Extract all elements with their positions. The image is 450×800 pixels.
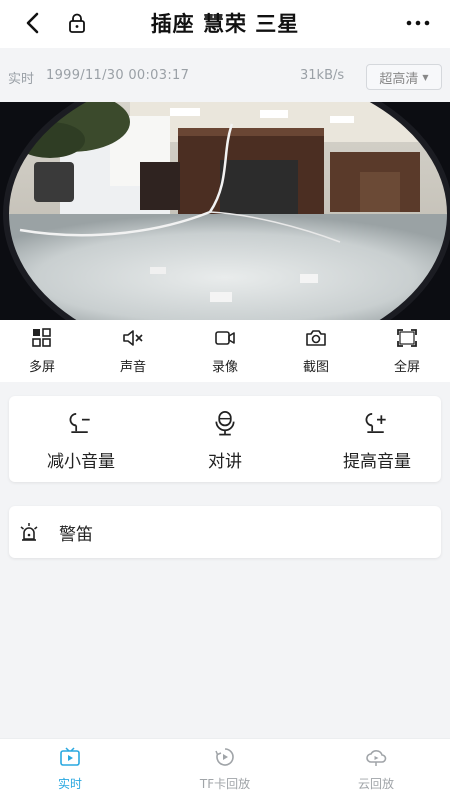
screenshot-label: 截图 (302, 360, 329, 375)
siren-icon (20, 523, 38, 541)
tab-cloud-playback[interactable]: 云回放 (316, 747, 436, 797)
intercom-label: 对讲 (208, 452, 242, 472)
camera-video-feed[interactable] (0, 102, 450, 320)
volume-down-icon (69, 412, 90, 434)
fullscreen-button[interactable]: 全屏 (377, 328, 437, 378)
page-title: 插座 慧荣 三星 (150, 12, 300, 36)
multi-screen-button[interactable]: 多屏 (12, 328, 72, 378)
video-record-icon (215, 331, 235, 345)
siren-button[interactable]: 警笛 (9, 506, 441, 558)
microphone-icon (215, 411, 235, 436)
sound-mute-icon (123, 330, 143, 346)
fullscreen-label: 全屏 (393, 360, 420, 375)
live-mode-label: 实时 (8, 72, 35, 87)
tab-live[interactable]: 实时 (10, 747, 130, 797)
sound-label: 声音 (119, 360, 146, 375)
bitrate-readout: 31kB/s (300, 68, 345, 83)
tab-tf-playback[interactable]: TF卡回放 (165, 747, 285, 797)
tab-cloud-playback-label: 云回放 (357, 777, 394, 791)
camera-scene-image (0, 102, 450, 320)
fullscreen-icon (397, 329, 417, 347)
multi-screen-label: 多屏 (28, 360, 55, 375)
more-dots-icon[interactable] (404, 12, 432, 34)
multi-screen-icon (32, 328, 51, 347)
volume-down-button[interactable]: 减小音量 (21, 410, 141, 472)
top-bar: 插座 慧荣 三星 (0, 0, 450, 48)
siren-label: 警笛 (59, 525, 93, 545)
playback-icon (215, 748, 234, 766)
volume-up-button[interactable]: 提高音量 (317, 410, 437, 472)
camera-icon (306, 330, 326, 346)
bottom-tab-bar: 实时 TF卡回放 云回放 (0, 738, 450, 800)
stream-info-bar: 实时 1999/11/30 00:03:17 31kB/s 超高清 ▼ (0, 52, 450, 100)
stream-timestamp: 1999/11/30 00:03:17 (46, 68, 190, 83)
volume-down-label: 减小音量 (47, 452, 115, 472)
chevron-down-icon: ▼ (422, 72, 429, 82)
record-button[interactable]: 录像 (195, 328, 255, 378)
quality-selector-label: 超高清 (379, 71, 419, 87)
screenshot-button[interactable]: 截图 (286, 328, 346, 378)
volume-up-icon (365, 412, 386, 434)
cloud-playback-icon (366, 750, 387, 766)
volume-up-label: 提高音量 (343, 452, 411, 472)
live-tv-icon (60, 747, 80, 766)
sound-button[interactable]: 声音 (103, 328, 163, 378)
record-label: 录像 (211, 360, 238, 375)
quality-selector[interactable]: 超高清 ▼ (366, 64, 442, 90)
video-controls-bar: 多屏 声音 录像 截图 全屏 (0, 320, 450, 382)
tab-live-label: 实时 (57, 777, 82, 791)
intercom-card: 减小音量 对讲 提高音量 (9, 396, 441, 482)
intercom-button[interactable]: 对讲 (165, 410, 285, 472)
tab-tf-playback-label: TF卡回放 (199, 777, 251, 791)
